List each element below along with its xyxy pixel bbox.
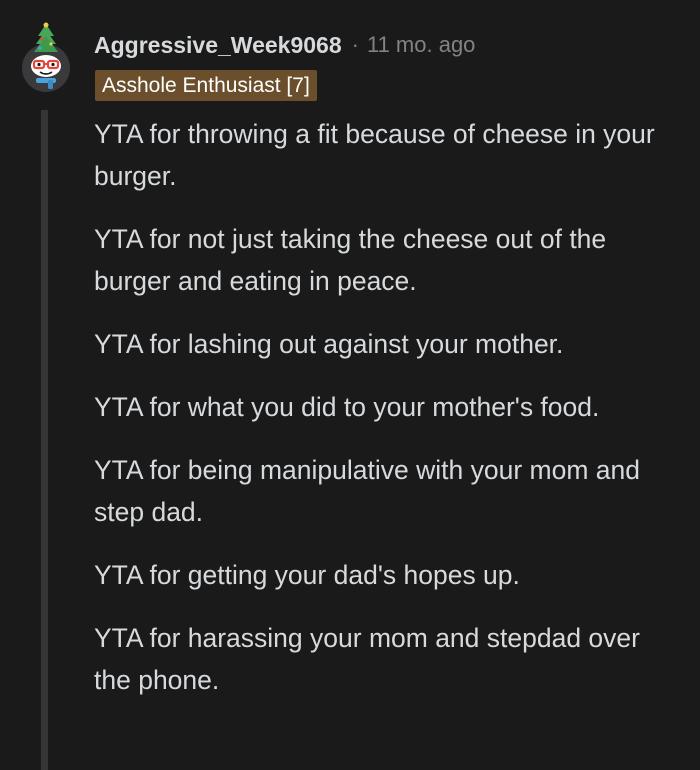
comment-paragraph: YTA for lashing out against your mother. [94, 329, 564, 359]
comment-paragraph: YTA for being manipulative with your mom… [94, 455, 640, 527]
comment-paragraph: YTA for not just taking the cheese out o… [94, 224, 607, 296]
snoo-avatar-icon [22, 22, 70, 92]
comment-meta: Aggressive_Week9068 · 11 mo. ago [94, 29, 475, 61]
username-link[interactable]: Aggressive_Week9068 [94, 32, 342, 59]
user-flair: Asshole Enthusiast [7] [95, 70, 317, 101]
comment: Aggressive_Week9068 · 11 mo. ago Asshole… [0, 0, 700, 770]
comment-timestamp[interactable]: 11 mo. ago [367, 32, 475, 58]
comment-paragraph: YTA for harassing your mom and stepdad o… [94, 623, 640, 695]
comment-paragraph: YTA for getting your dad's hopes up. [94, 560, 520, 590]
user-avatar[interactable] [20, 22, 72, 92]
thread-collapse-line[interactable] [41, 110, 48, 770]
comment-body: YTA for throwing a fit because of cheese… [94, 113, 684, 722]
comment-paragraph: YTA for throwing a fit because of cheese… [94, 119, 655, 191]
meta-separator: · [351, 32, 359, 57]
comment-paragraph: YTA for what you did to your mother's fo… [94, 392, 600, 422]
